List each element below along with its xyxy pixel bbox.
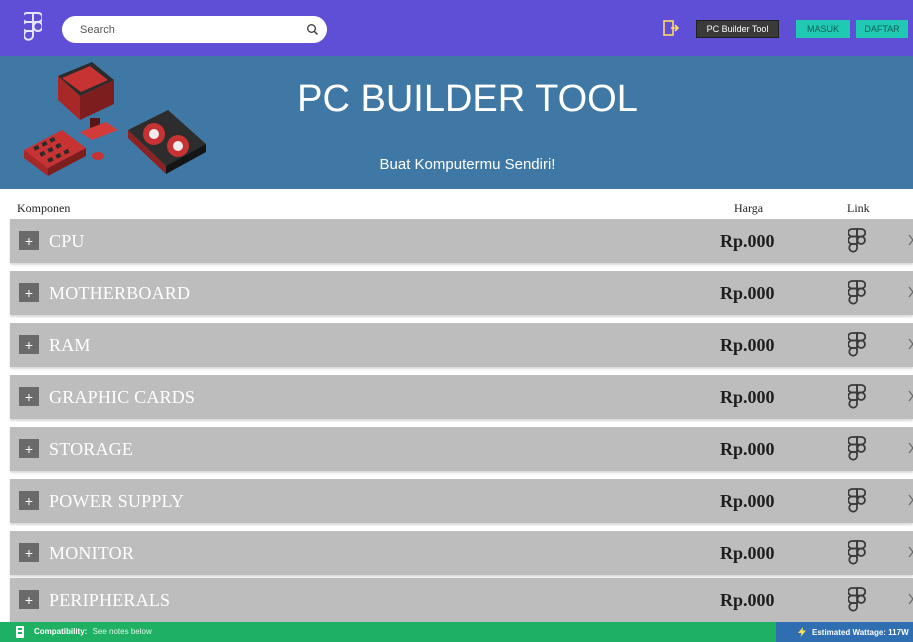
compatibility-label: Compatibility: [34, 627, 88, 636]
daftar-button[interactable]: DAFTAR [856, 20, 908, 38]
plus-icon[interactable]: + [19, 439, 39, 458]
search-bar [62, 16, 327, 43]
chevron-right-icon[interactable] [908, 441, 913, 455]
component-label: GRAPHIC CARDS [49, 387, 196, 407]
figma-logo-icon[interactable] [848, 227, 866, 255]
component-row-storage[interactable]: + STORAGE Rp.000 [10, 427, 913, 471]
wattage-value: Estimated Wattage: 117W [812, 627, 909, 637]
component-price: Rp.000 [720, 231, 775, 251]
figma-logo-icon[interactable] [848, 435, 866, 463]
sign-out-icon[interactable] [662, 19, 680, 37]
top-navbar: PC Builder Tool MASUK DAFTAR [0, 0, 913, 56]
plus-icon[interactable]: + [19, 543, 39, 562]
hero-subtitle: Buat Komputermu Sendiri! [379, 156, 556, 173]
pc-builder-tool-button[interactable]: PC Builder Tool [696, 20, 779, 38]
plus-icon[interactable]: + [19, 335, 39, 354]
component-label: POWER SUPPLY [49, 491, 185, 511]
component-row-ram[interactable]: + RAM Rp.000 [10, 323, 913, 367]
plus-icon[interactable]: + [19, 283, 39, 302]
column-header-komponen: Komponen [17, 201, 71, 215]
bolt-icon [798, 627, 806, 637]
plus-icon[interactable]: + [19, 590, 39, 609]
wattage-status: Estimated Wattage: 117W [776, 622, 913, 642]
figma-logo-icon[interactable] [848, 279, 866, 307]
chevron-right-icon[interactable] [908, 233, 913, 247]
compatibility-message[interactable]: See notes below [93, 627, 152, 636]
masuk-button[interactable]: MASUK [796, 20, 850, 38]
component-label: MOTHERBOARD [49, 283, 191, 303]
component-label: PERIPHERALS [49, 590, 171, 610]
plus-icon[interactable]: + [19, 231, 39, 250]
component-label: RAM [49, 335, 91, 355]
hero-title: PC BUILDER TOOL [297, 78, 638, 120]
component-price: Rp.000 [720, 387, 775, 407]
component-price: Rp.000 [720, 335, 775, 355]
component-label: STORAGE [49, 439, 134, 459]
component-label: MONITOR [49, 543, 135, 563]
chevron-right-icon[interactable] [908, 285, 913, 299]
search-input[interactable] [80, 23, 300, 36]
component-row-monitor[interactable]: + MONITOR Rp.000 [10, 531, 913, 575]
figma-logo-icon[interactable] [848, 331, 866, 359]
figma-logo-icon[interactable] [848, 383, 866, 411]
component-price: Rp.000 [720, 439, 775, 459]
component-price: Rp.000 [720, 283, 775, 303]
search-icon[interactable] [306, 23, 319, 36]
component-row-graphic-cards[interactable]: + GRAPHIC CARDS Rp.000 [10, 375, 913, 419]
component-price: Rp.000 [720, 491, 775, 511]
chevron-right-icon[interactable] [908, 592, 913, 606]
column-header-link: Link [847, 201, 870, 215]
component-row-power-supply[interactable]: + POWER SUPPLY Rp.000 [10, 479, 913, 523]
table-header: Komponen Harga Link [0, 189, 913, 219]
compatibility-status: Compatibility: See notes below [34, 627, 152, 636]
figma-logo-icon[interactable] [848, 487, 866, 515]
component-price: Rp.000 [720, 590, 775, 610]
chevron-right-icon[interactable] [908, 337, 913, 351]
component-row-cpu[interactable]: + CPU Rp.000 [10, 219, 913, 263]
component-price: Rp.000 [720, 543, 775, 563]
status-footer: Compatibility: See notes below Estimated… [0, 622, 913, 642]
plus-icon[interactable]: + [19, 491, 39, 510]
chevron-right-icon[interactable] [908, 493, 913, 507]
component-row-motherboard[interactable]: + MOTHERBOARD Rp.000 [10, 271, 913, 315]
compatibility-icon [16, 626, 24, 638]
logo-icon[interactable] [24, 11, 42, 43]
column-header-harga: Harga [734, 201, 764, 215]
plus-icon[interactable]: + [19, 387, 39, 406]
figma-logo-icon[interactable] [848, 539, 866, 567]
component-label: CPU [49, 231, 85, 251]
hero-banner: PC BUILDER TOOL Buat Komputermu Sendiri! [0, 56, 913, 189]
chevron-right-icon[interactable] [908, 545, 913, 559]
component-row-peripherals[interactable]: + PERIPHERALS Rp.000 [10, 578, 913, 622]
chevron-right-icon[interactable] [908, 389, 913, 403]
figma-logo-icon[interactable] [848, 586, 866, 614]
